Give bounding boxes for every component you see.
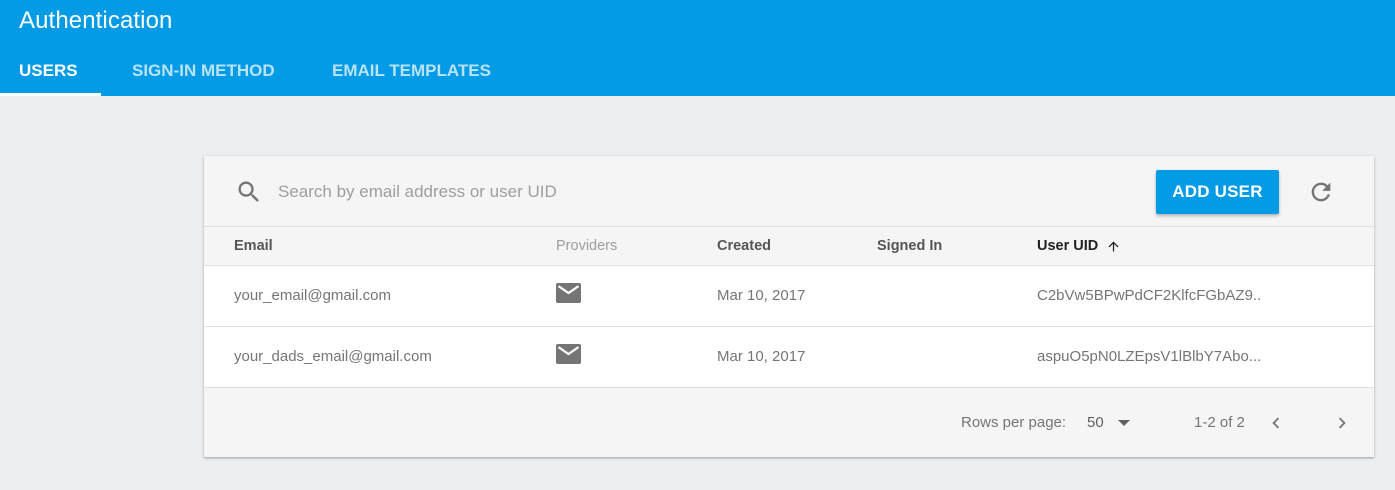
cell-user-uid: aspuO5pN0LZEpsV1lBlbY7Abo... (1037, 348, 1262, 365)
tab-email-templates[interactable]: EMAIL TEMPLATES (332, 48, 491, 96)
cell-user-uid: C2bVw5BPwPdCF2KlfcFGbAZ9.. (1037, 287, 1262, 304)
pagination-range: 1-2 of 2 (1194, 414, 1245, 431)
add-user-button[interactable]: ADD USER (1156, 170, 1279, 214)
column-header-email[interactable]: Email (234, 227, 273, 265)
table-row[interactable]: your_dads_email@gmail.com Mar 10, 2017 a… (204, 327, 1374, 388)
cell-email: your_dads_email@gmail.com (234, 348, 432, 365)
cell-created: Mar 10, 2017 (717, 287, 806, 304)
dropdown-arrow-icon[interactable] (1117, 419, 1131, 427)
refresh-icon[interactable] (1307, 178, 1335, 206)
tab-bar: USERS SIGN-IN METHOD EMAIL TEMPLATES (0, 48, 1395, 96)
next-page-icon[interactable] (1331, 412, 1353, 434)
cell-created: Mar 10, 2017 (717, 348, 806, 365)
cell-email: your_email@gmail.com (234, 287, 391, 304)
search-icon (238, 181, 259, 202)
tab-sign-in-method[interactable]: SIGN-IN METHOD (132, 48, 275, 96)
column-header-user-uid[interactable]: User UID (1037, 227, 1121, 265)
column-header-created[interactable]: Created (717, 227, 771, 265)
pagination-footer: Rows per page: 50 1-2 of 2 (204, 388, 1374, 457)
users-card: ADD USER Email Providers Created Signed … (204, 156, 1374, 457)
users-toolbar: ADD USER (204, 156, 1374, 227)
page-title: Authentication (19, 7, 173, 34)
table-row[interactable]: your_email@gmail.com Mar 10, 2017 C2bVw5… (204, 266, 1374, 327)
rows-per-page-select[interactable]: 50 (1087, 388, 1104, 458)
mail-icon (556, 283, 581, 303)
column-header-signed-in[interactable]: Signed In (877, 227, 942, 265)
active-tab-indicator (0, 93, 101, 96)
search-input[interactable] (278, 177, 878, 207)
sort-ascending-icon (1108, 241, 1119, 252)
previous-page-icon[interactable] (1265, 412, 1287, 434)
mail-icon (556, 344, 581, 364)
app-header: Authentication USERS SIGN-IN METHOD EMAI… (0, 0, 1395, 96)
tab-users[interactable]: USERS (19, 48, 78, 96)
column-header-user-uid-label: User UID (1037, 238, 1099, 254)
rows-per-page-label: Rows per page: (961, 414, 1067, 431)
table-header-row: Email Providers Created Signed In User U… (204, 227, 1374, 266)
column-header-providers: Providers (556, 238, 618, 254)
